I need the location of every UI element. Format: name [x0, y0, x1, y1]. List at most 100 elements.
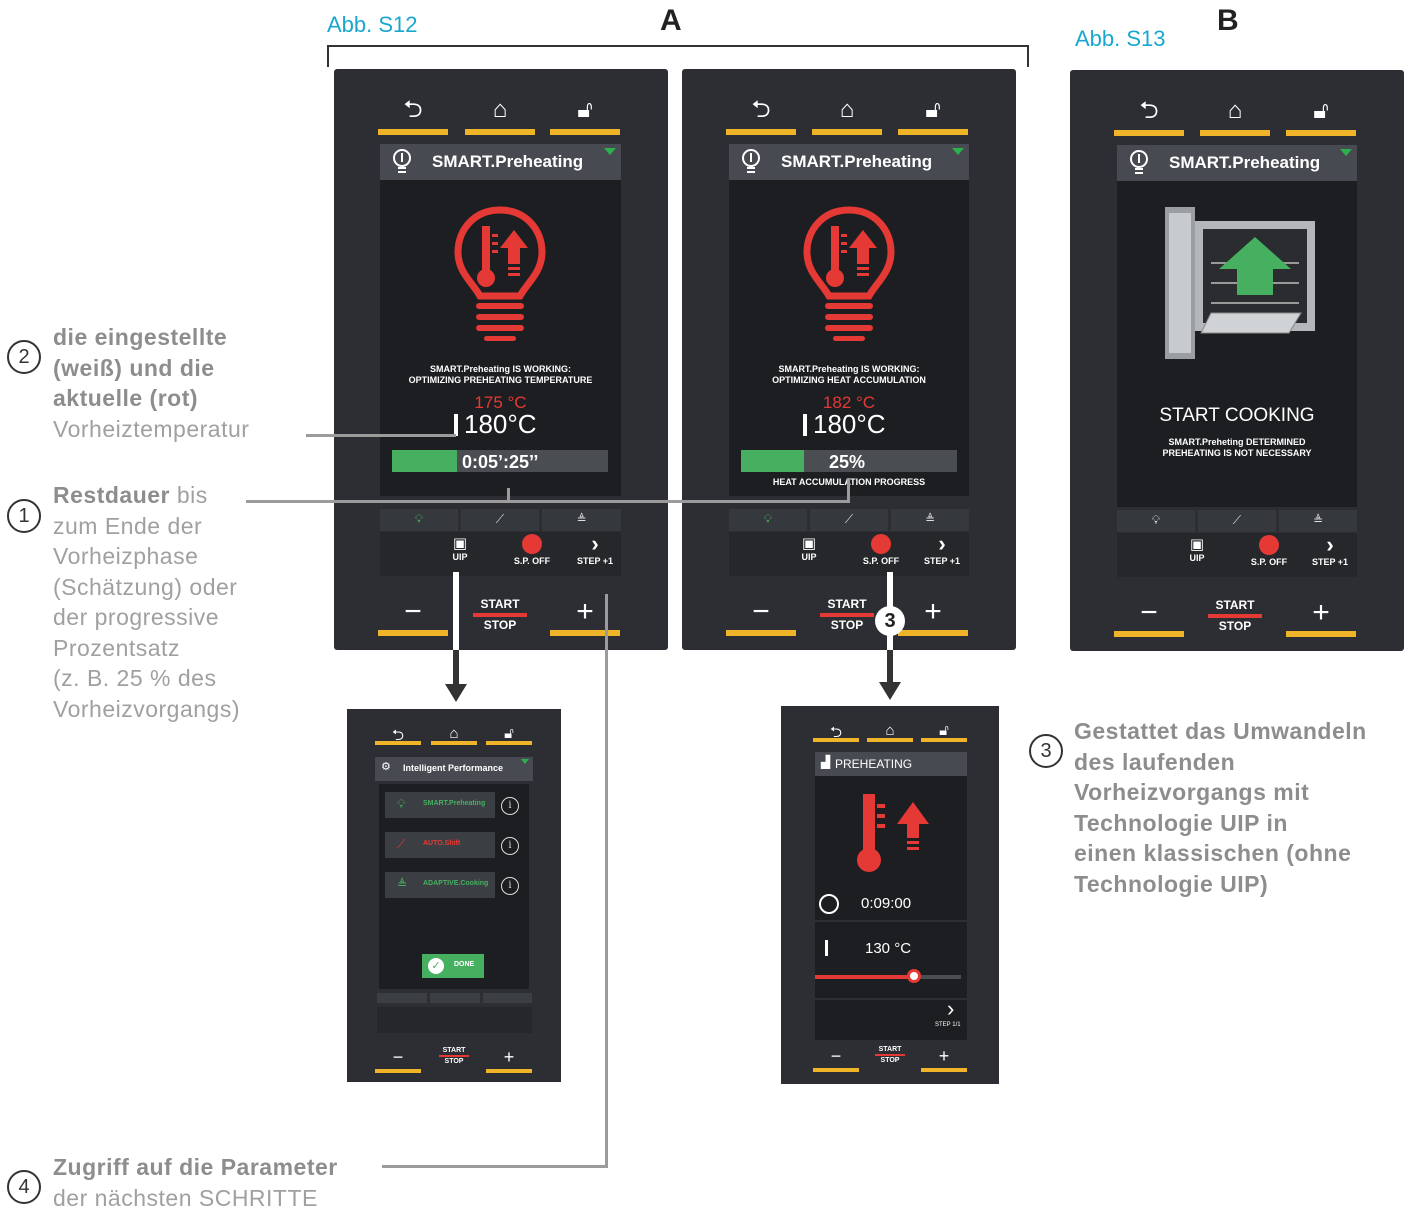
info-icon[interactable]: i — [501, 837, 519, 855]
start-label: START — [812, 597, 882, 611]
step-label: STEP +1 — [1305, 557, 1355, 567]
callout-4-leader-h — [382, 1165, 608, 1168]
plus-button[interactable]: + — [921, 1046, 967, 1072]
home-button[interactable]: ⌂ — [812, 79, 882, 135]
ip-icon: ⚙ — [381, 760, 391, 773]
minus-button[interactable]: − — [726, 596, 796, 636]
auto-shift-tab[interactable]: ⟋ — [810, 509, 888, 531]
chevron-right-icon: › — [1305, 533, 1355, 557]
temp-slider-track[interactable] — [815, 975, 961, 979]
callout-1-bold: Restdauer — [53, 482, 170, 508]
function-row: ▣UIP S.P. OFF ›STEP +1 — [1117, 533, 1357, 577]
auto-shift-tab[interactable]: ⟋ — [461, 509, 539, 531]
sp-off-button[interactable]: S.P. OFF — [504, 534, 560, 566]
callout-text-2: die eingestellte (weiß) und die aktuelle… — [53, 322, 249, 444]
callout-number-1: 1 — [7, 499, 41, 533]
adaptive-cooking-tab[interactable]: ≜ — [891, 509, 969, 531]
plus-button[interactable]: + — [486, 1047, 532, 1073]
ip-item-adaptive-cooking[interactable]: ≜ADAPTIVE.Cooking — [385, 872, 495, 898]
lock-button[interactable]: 🔓︎ — [921, 716, 967, 742]
step-next-button[interactable]: ›STEP +1 — [570, 532, 620, 566]
minus-button[interactable]: − — [375, 1047, 421, 1073]
smart-preheating-tab[interactable]: 💡︎ — [380, 509, 458, 531]
info-icon[interactable]: i — [501, 797, 519, 815]
back-button[interactable]: ⮌ — [375, 719, 421, 745]
progress-bar: 0:05’:25’’ — [392, 450, 608, 472]
auto-shift-tab[interactable]: ⟋ — [1198, 510, 1276, 532]
lock-button[interactable]: 🔓︎ — [898, 79, 968, 135]
preheating-bulb-icon — [801, 204, 897, 344]
smart-preheating-tab[interactable]: 💡︎ — [729, 509, 807, 531]
ip-item-auto-shift[interactable]: ⟋AUTO.Shift — [385, 832, 495, 858]
home-button[interactable]: ⌂ — [431, 719, 477, 745]
callout-2-line-4: Vorheiztemperatur — [53, 414, 249, 445]
minus-button[interactable]: − — [378, 596, 448, 636]
chevron-right-icon: › — [917, 532, 967, 556]
preheating-panel: ⮌ ⌂ 🔓︎ ▟ PREHEATING 0:09:00 130 °C › STE… — [781, 706, 999, 1084]
start-stop-button[interactable]: START STOP — [867, 1046, 913, 1072]
screen-title: SMART.Preheating — [432, 152, 583, 172]
ip-item-smart-preheating[interactable]: 💡︎SMART.Preheating — [385, 792, 495, 818]
back-button[interactable]: ⮌ — [1114, 80, 1184, 136]
sp-off-button[interactable]: S.P. OFF — [1241, 535, 1297, 567]
callout-4-rest: der nächsten SCHRITTE — [53, 1183, 338, 1213]
function-row: ▣UIP S.P. OFF ›STEP +1 — [729, 532, 969, 576]
uip-button[interactable]: ▣UIP — [789, 534, 829, 562]
callout-1-tick-a2 — [847, 478, 850, 502]
start-stop-button[interactable]: START STOP — [431, 1047, 477, 1073]
smart-preheating-icon — [390, 147, 414, 177]
figure-label-s13: Abb. S13 — [1075, 26, 1166, 52]
minus-icon: − — [1114, 597, 1184, 629]
back-button[interactable]: ⮌ — [813, 716, 859, 742]
chevron-right-icon[interactable]: › — [947, 996, 954, 1022]
arrow-to-ip-head — [445, 684, 467, 702]
start-stop-button[interactable]: STARTSTOP — [1200, 598, 1270, 638]
check-icon: ✓ — [428, 958, 444, 974]
start-stop-button[interactable]: STARTSTOP — [465, 597, 535, 637]
adaptive-cooking-tab[interactable]: ≜ — [542, 509, 621, 531]
start-cooking-title: START COOKING — [1117, 405, 1357, 427]
done-button[interactable]: ✓ DONE — [422, 954, 484, 978]
uip-button[interactable]: ▣UIP — [440, 534, 480, 562]
remaining-time: 0:05’:25’’ — [462, 452, 538, 473]
temp-slider-thumb[interactable] — [907, 969, 921, 983]
sp-off-icon — [871, 534, 891, 554]
callout-2-leader — [306, 434, 456, 437]
status-line-1: SMART.Preheting DETERMINED — [1117, 437, 1357, 448]
group-bracket-a — [327, 45, 1029, 67]
oven-panel-a2: ⮌ ⌂ 🔓︎ SMART.Preheating SMART.Preheating… — [682, 69, 1016, 650]
step-label: STEP +1 — [570, 556, 620, 566]
thermometer-up-icon — [851, 788, 941, 878]
back-icon: ⮌ — [378, 97, 448, 123]
adaptive-cooking-tab[interactable]: ≜ — [1279, 510, 1357, 532]
ip-item-label: ADAPTIVE.Cooking — [423, 880, 488, 887]
home-button[interactable]: ⌂ — [1200, 80, 1270, 136]
plus-button[interactable]: + — [550, 596, 620, 636]
plus-button[interactable]: + — [898, 596, 968, 636]
back-icon: ⮌ — [375, 725, 421, 750]
start-stop-button[interactable]: STARTSTOP — [812, 597, 882, 637]
home-button[interactable]: ⌂ — [465, 79, 535, 135]
home-button[interactable]: ⌂ — [867, 716, 913, 742]
callout-4-leader-v — [605, 594, 608, 1168]
ip-list: 💡︎SMART.Preheating i ⟋AUTO.Shift i ≜ADAP… — [379, 784, 529, 989]
lock-button[interactable]: 🔓︎ — [550, 79, 620, 135]
callout-text-1: Restdauer bis zum Ende der Vorheizphase … — [53, 480, 240, 724]
info-icon[interactable]: i — [501, 877, 519, 895]
step-next-button[interactable]: ›STEP +1 — [917, 532, 967, 566]
minus-button[interactable]: − — [813, 1046, 859, 1072]
back-button[interactable]: ⮌ — [378, 79, 448, 135]
step-next-button[interactable]: ›STEP +1 — [1305, 533, 1355, 567]
back-button[interactable]: ⮌ — [726, 79, 796, 135]
uip-button[interactable]: ▣UIP — [1177, 535, 1217, 563]
minus-icon: − — [813, 1046, 859, 1067]
function-row: ▣UIP S.P. OFF ›STEP +1 — [380, 532, 621, 576]
lock-button[interactable]: 🔓︎ — [486, 719, 532, 745]
smart-preheating-tab[interactable]: 💡︎ — [1117, 510, 1195, 532]
sp-off-button[interactable]: S.P. OFF — [853, 534, 909, 566]
chevron-right-icon: › — [570, 532, 620, 556]
unlock-icon: 🔓︎ — [550, 97, 620, 123]
minus-button[interactable]: − — [1114, 597, 1184, 637]
lock-button[interactable]: 🔓︎ — [1286, 80, 1356, 136]
plus-button[interactable]: + — [1286, 597, 1356, 637]
